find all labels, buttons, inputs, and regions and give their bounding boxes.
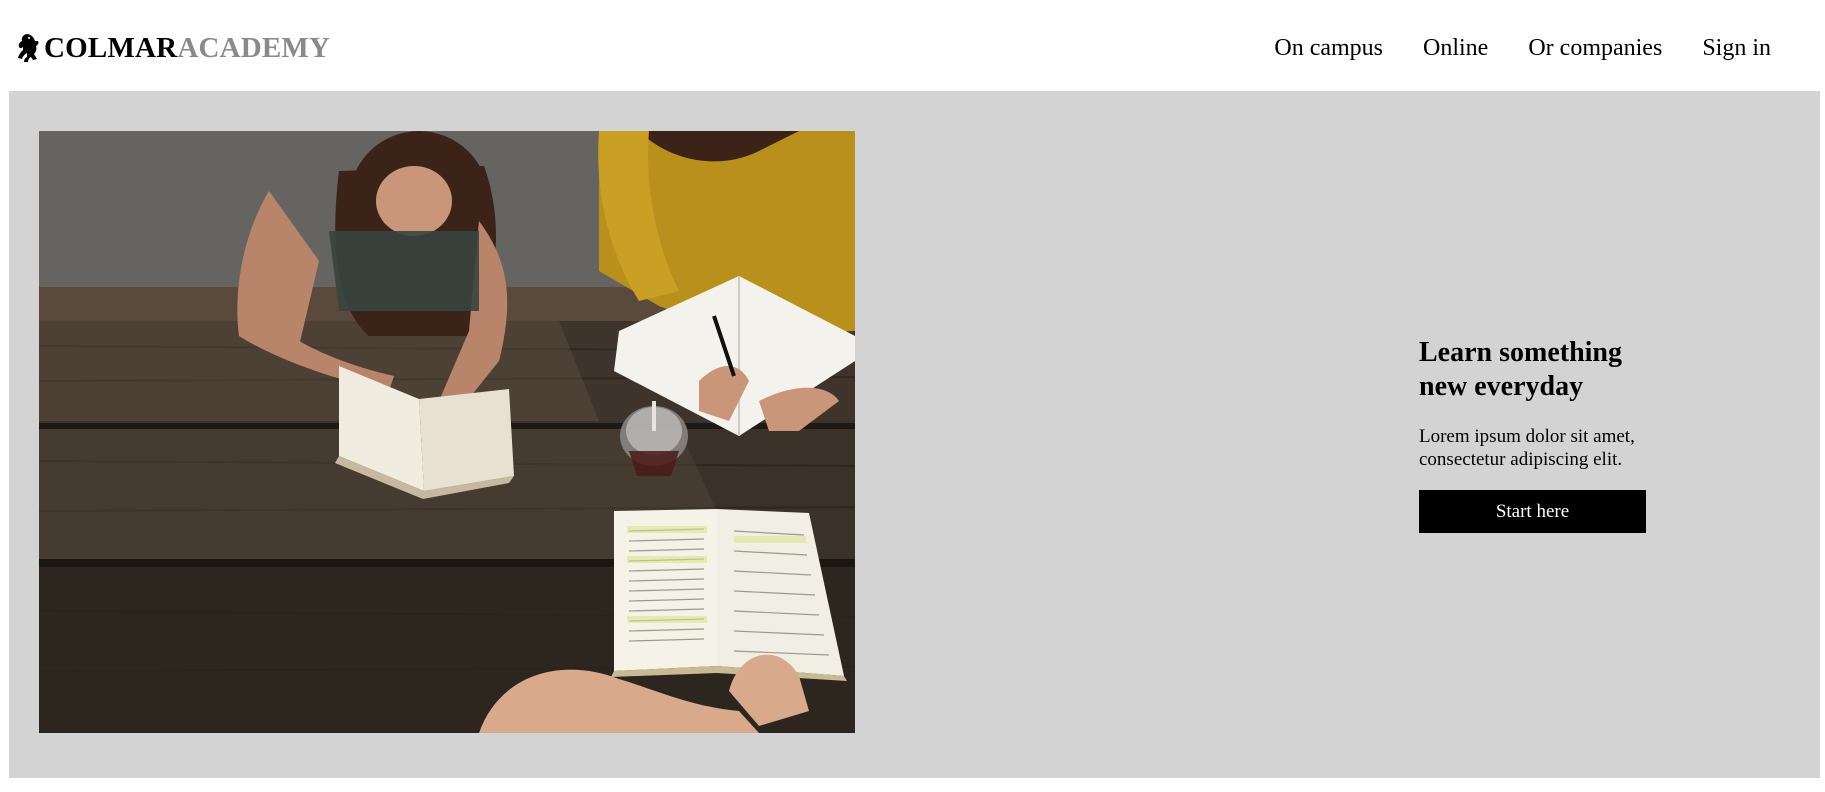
brand-name-primary: COLMAR: [44, 31, 178, 64]
hero-photo: [39, 131, 855, 733]
hero-title: Learn something new everyday: [1419, 337, 1622, 402]
hero-description: Lorem ipsum dolor sit amet, consectetur …: [1419, 426, 1635, 470]
nav-link-online[interactable]: Online: [1423, 33, 1488, 63]
site-header: COLMAR ACADEMY On campus Online Or compan…: [0, 0, 1825, 91]
hero-section: Learn something new everyday Lorem ipsum…: [9, 91, 1820, 778]
hero-content: Learn something new everyday Lorem ipsum…: [1419, 336, 1659, 533]
main-nav: On campus Online Or companies Sign in: [1274, 33, 1771, 63]
nav-link-sign-in[interactable]: Sign in: [1702, 33, 1771, 63]
brand-name-secondary: ACADEMY: [177, 31, 331, 64]
nav-link-on-campus[interactable]: On campus: [1274, 33, 1383, 63]
nav-link-companies[interactable]: Or companies: [1528, 33, 1662, 63]
start-here-button[interactable]: Start here: [1419, 490, 1646, 533]
page: COLMAR ACADEMY On campus Online Or compan…: [0, 0, 1825, 792]
rearing-horse-icon: [14, 32, 41, 64]
brand-logo[interactable]: COLMAR ACADEMY: [14, 30, 330, 66]
